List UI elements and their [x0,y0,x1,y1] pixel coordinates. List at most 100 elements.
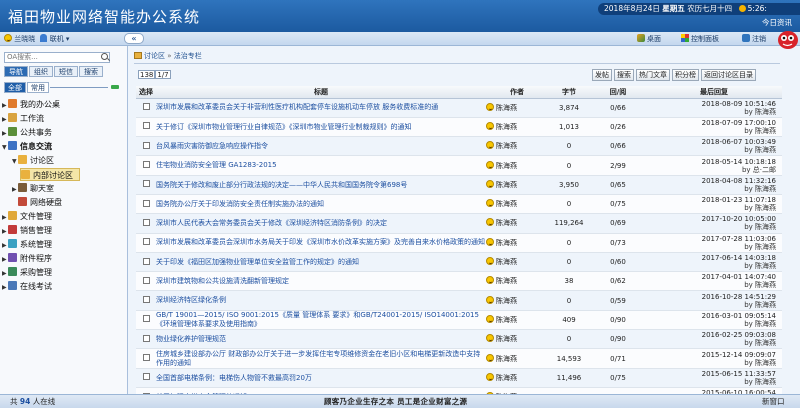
leaderboard-button[interactable]: 积分榜 [672,69,699,81]
row-checkbox[interactable] [142,180,150,188]
page-indicator[interactable]: 1/7 [155,70,171,79]
search-input[interactable]: OA搜索... [4,52,110,63]
sidebar-item-chat[interactable]: ▶ 聊天室 [12,182,54,195]
tab-org[interactable]: 组织 [29,66,53,77]
user-menu[interactable]: 兰晓晓 联机 ▾ [4,34,69,44]
sidebar-item-internal-forum[interactable]: 内部讨论区 [20,168,80,181]
sidebar-item-purchase[interactable]: ▶ 采购管理 [2,266,52,279]
last-reply-by: by 陈海燕 [744,126,776,135]
sidebar-item-workflow[interactable]: ▶ 工作流 [2,112,44,125]
logout-button[interactable]: 注销 [742,34,766,44]
post-title-link[interactable]: 全国首部电梯条例：电梯伤人物管不救最高罚20万 [156,368,486,388]
row-checkbox[interactable] [142,257,150,265]
search-button[interactable]: 搜索 [614,69,634,81]
sidebar-item-forum[interactable]: ▼ 讨论区 [12,154,54,167]
post-title-link[interactable]: 关于印发《福田区加强物业管理单位安全监管工作的规定》的通知 [156,252,486,273]
post-title-link[interactable]: 国务院关于修改和废止部分行政法规的决定——中华人民共和国国务院令第698号 [156,175,486,195]
sidebar-item-disk[interactable]: 网络硬盘 [18,196,62,209]
new-window-link[interactable]: 新窗口 [762,395,785,408]
table-row[interactable]: 关于印发《福田区加强物业管理单位安全监管工作的规定》的通知 陈海燕 0 0/60 201… [136,252,782,273]
hot-articles-button[interactable]: 热门文章 [636,69,670,81]
expand-toggle-icon[interactable] [111,85,119,89]
table-row[interactable]: 深圳市人民代表大会常务委员会关于修改《深圳经济特区消防条例》的决定 陈海燕 119,… [136,213,782,234]
back-to-forum-button[interactable]: 返回讨论区目录 [701,69,756,81]
desktop-button[interactable]: 桌面 [637,34,661,44]
table-row[interactable]: 深圳经济特区绿化条例 陈海燕 0 0/59 2016-10-28 14:51:29 by … [136,290,782,311]
table-row[interactable]: GB/T 19001—2015/ ISO 9001:2015《质量 管理体系 要… [136,310,782,331]
post-author[interactable]: 陈海燕 [496,162,517,170]
row-checkbox[interactable] [142,296,150,304]
sidebar-item-public[interactable]: ▶ 公共事务 [2,126,52,139]
post-title-link[interactable]: 国务院办公厅关于印发消防安全责任制实施办法的通知 [156,194,486,215]
post-author[interactable]: 陈海燕 [496,123,517,131]
post-author[interactable]: 陈海燕 [496,374,517,382]
new-post-button[interactable]: 发帖 [592,69,612,81]
table-row[interactable]: 台风暴雨灾害防御应急响应操作指令 陈海燕 0 0/66 2018-06-07 10:03… [136,136,782,157]
row-checkbox[interactable] [142,199,150,207]
row-checkbox[interactable] [142,373,150,381]
post-author[interactable]: 陈海燕 [496,181,517,189]
post-title-link[interactable]: 台风暴雨灾害防御应急响应操作指令 [156,136,486,157]
post-title-link[interactable]: 深圳经济特区绿化条例 [156,290,486,311]
sidebar-item-label: 讨论区 [30,156,54,165]
row-checkbox[interactable] [142,334,150,342]
table-row[interactable]: 深圳市建筑物和公共设施清洗翻新管理规定 陈海燕 38 0/62 2017-04-01 1… [136,271,782,292]
post-title-link[interactable]: 关于修订《深圳市物业管理行业自律规范》《深圳市物业管理行业制裁规则》的通知 [156,117,486,138]
post-author[interactable]: 陈海燕 [496,219,517,227]
row-checkbox[interactable] [142,161,150,169]
post-author[interactable]: 陈海燕 [496,104,517,112]
post-author[interactable]: 陈海燕 [496,316,517,324]
sidebar-item-exam[interactable]: ▶ 在线考试 [2,280,52,293]
search-icon[interactable] [101,53,108,60]
tab-nav[interactable]: 导航 [4,66,28,77]
table-row[interactable]: 深圳市发展和改革委员会深圳市水务局关于印发《深圳市水价改革实施方案》及完善自来水… [136,233,782,253]
collapse-sidebar-button[interactable]: « [124,33,144,44]
table-row[interactable]: 关于修订《深圳市物业管理行业自律规范》《深圳市物业管理行业制裁规则》的通知 陈海燕… [136,117,782,138]
row-checkbox[interactable] [142,122,150,130]
tab-sms[interactable]: 短信 [54,66,78,77]
sidebar-item-info[interactable]: ▼ 信息交流 [2,140,52,153]
post-title-link[interactable]: 深圳市人民代表大会常务委员会关于修改《深圳经济特区消防条例》的决定 [156,213,486,234]
post-title-link[interactable]: 物业绿化养护管理规范 [156,329,486,350]
post-author[interactable]: 陈海燕 [496,239,517,247]
row-checkbox[interactable] [142,218,150,226]
post-author[interactable]: 陈海燕 [496,142,517,150]
post-author[interactable]: 陈海燕 [496,200,517,208]
table-row[interactable]: 国务院关于修改和废止部分行政法规的决定——中华人民共和国国务院令第698号 陈海燕… [136,175,782,195]
post-title-link[interactable]: 深圳市发展和改革委员会关于非营利性医疗机构配套停车设施机动车停放 服务收费标准的… [156,98,486,118]
control-panel-button[interactable]: 控制面板 [681,34,719,44]
post-title-link[interactable]: 深圳市建筑物和公共设施清洗翻新管理规定 [156,271,486,292]
sidebar-item-sales[interactable]: ▶ 销售管理 [2,224,52,237]
post-author[interactable]: 陈海燕 [496,335,517,343]
row-checkbox[interactable] [142,315,150,323]
table-row[interactable]: 住房城乡建设部办公厅 财政部办公厅关于进一步发挥住宅专项维修资金在老旧小区和电梯… [136,348,782,369]
post-author[interactable]: 陈海燕 [496,258,517,266]
subtab-common[interactable]: 常用 [27,82,49,93]
post-author[interactable]: 陈海燕 [496,297,517,305]
sidebar-item-system[interactable]: ▶ 系统管理 [2,238,52,251]
row-checkbox[interactable] [142,238,150,246]
online-count[interactable]: 共 94 人在线 [10,395,55,408]
breadcrumb-forum[interactable]: 讨论区 [144,52,165,60]
post-title-link[interactable]: GB/T 19001—2015/ ISO 9001:2015《质量 管理体系 要… [156,310,486,331]
sidebar-item-desk[interactable]: ▶ 我的办公桌 [2,98,60,111]
post-author[interactable]: 陈海燕 [496,277,517,285]
post-title-link[interactable]: 住房城乡建设部办公厅 财政部办公厅关于进一步发挥住宅专项维修资金在老旧小区和电梯… [156,348,486,369]
sidebar-item-files[interactable]: ▶ 文件管理 [2,210,52,223]
subtab-all[interactable]: 全部 [4,82,26,93]
table-row[interactable]: 全国首部电梯条例：电梯伤人物管不救最高罚20万 陈海燕 11,496 0/75 2015… [136,368,782,388]
table-row[interactable]: 物业绿化养护管理规范 陈海燕 0 0/90 2016-02-25 09:03:08 by … [136,329,782,350]
row-checkbox[interactable] [142,354,150,361]
row-checkbox[interactable] [142,141,150,149]
post-author[interactable]: 陈海燕 [496,355,517,363]
tab-search[interactable]: 搜索 [79,66,103,77]
sidebar-item-label: 销售管理 [20,226,52,235]
table-row[interactable]: 住宅物业消防安全管理 GA1283-2015 陈海燕 0 2/99 2018-05-14… [136,155,782,176]
row-checkbox[interactable] [142,103,150,111]
post-title-link[interactable]: 深圳市发展和改革委员会深圳市水务局关于印发《深圳市水价改革实施方案》及完善自来水… [156,233,486,253]
row-checkbox[interactable] [142,276,150,284]
sidebar-item-apps[interactable]: ▶ 附件程序 [2,252,52,265]
table-row[interactable]: 国务院办公厅关于印发消防安全责任制实施办法的通知 陈海燕 0 0/75 2018-01-… [136,194,782,215]
table-row[interactable]: 深圳市发展和改革委员会关于非营利性医疗机构配套停车设施机动车停放 服务收费标准的… [136,98,782,118]
post-title-link[interactable]: 住宅物业消防安全管理 GA1283-2015 [156,155,486,176]
